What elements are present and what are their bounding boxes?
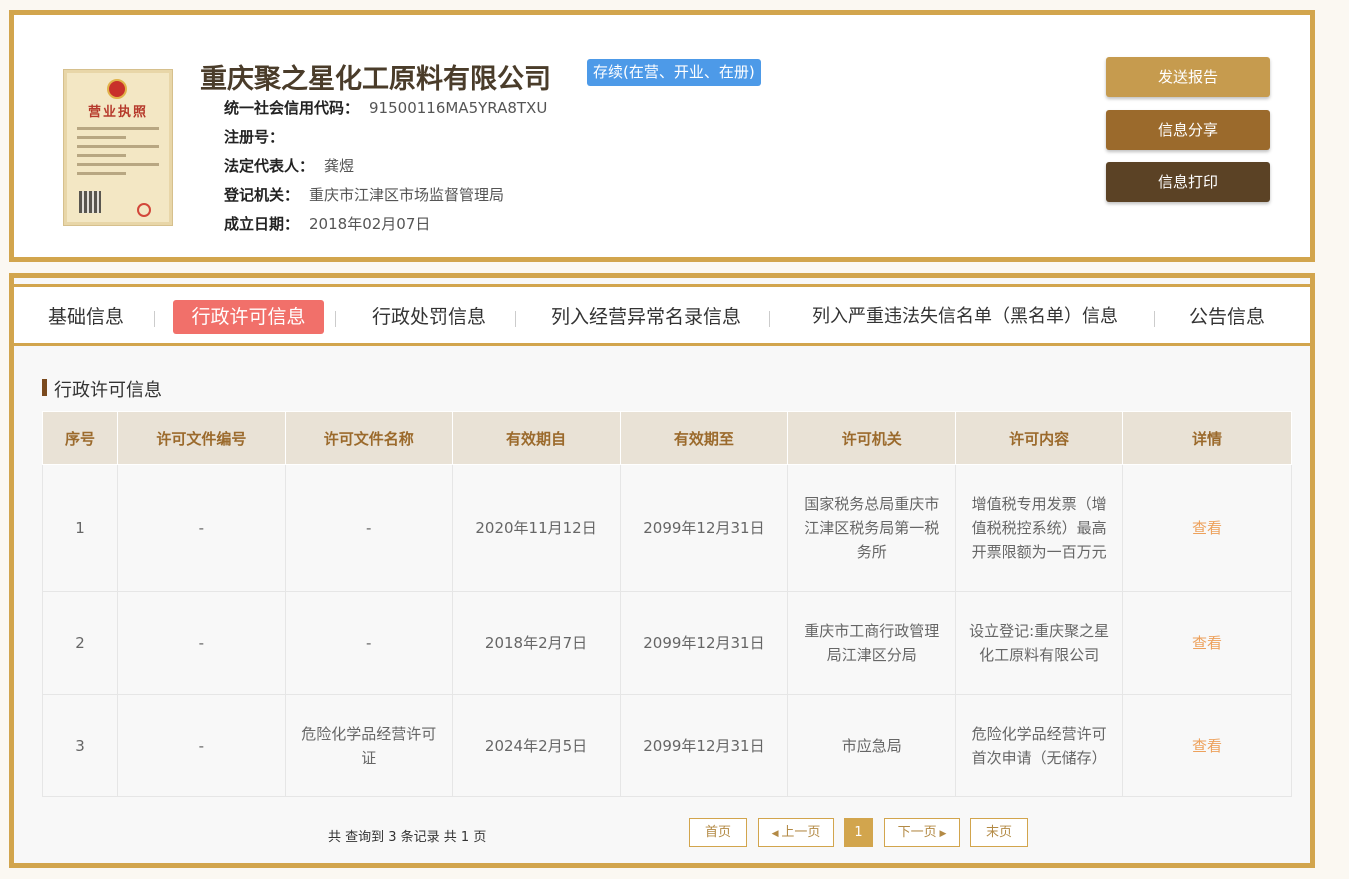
column-header: 详情 [1122,411,1292,465]
caret-right-icon: ▶ [936,829,947,839]
last-page-button[interactable]: 末页 [970,818,1028,847]
column-header: 有效期自 [451,411,621,465]
table-row: 2 - - 2018年2月7日 2099年12月31日 重庆市工商行政管理局江津… [42,591,1292,695]
seal-icon [137,203,151,217]
status-badge: 存续(在营、开业、在册) [587,59,761,86]
license-table: 序号 许可文件编号 许可文件名称 有效期自 有效期至 许可机关 许可内容 详情 … [42,411,1292,797]
registration-number-row: 注册号： [224,128,285,146]
column-header: 有效期至 [619,411,789,465]
national-emblem-icon [107,79,127,99]
tab-basic-info[interactable]: 基础信息 [34,300,138,334]
business-license-image: 营业执照 [64,70,172,225]
company-name: 重庆聚之星化工原料有限公司 [200,64,551,95]
view-detail-link[interactable]: 查看 [1122,464,1292,592]
column-header: 许可文件名称 [284,411,453,465]
company-header-card: 营业执照 重庆聚之星化工原料有限公司 存续(在营、开业、在册) 统一社会信用代码… [9,10,1315,262]
column-header: 许可文件编号 [116,411,286,465]
tab-bar: 基础信息 行政许可信息 行政处罚信息 列入经营异常名录信息 列入严重违法失信名单… [14,284,1310,346]
section-title: 行政许可信息 [42,376,162,402]
view-detail-link[interactable]: 查看 [1122,694,1292,797]
legal-representative-row: 法定代表人： 龚煜 [224,157,355,175]
table-row: 1 - - 2020年11月12日 2099年12月31日 国家税务总局重庆市江… [42,464,1292,592]
tab-administrative-license[interactable]: 行政许可信息 [173,300,324,334]
send-report-button[interactable]: 发送报告 [1106,57,1270,97]
tab-abnormal-operation[interactable]: 列入经营异常名录信息 [542,300,750,334]
tab-announcements[interactable]: 公告信息 [1177,300,1277,334]
establishment-date-row: 成立日期： 2018年02月07日 [224,215,431,233]
column-header: 许可内容 [955,411,1124,465]
page-number-button[interactable]: 1 [844,818,873,847]
tab-administrative-penalty[interactable]: 行政处罚信息 [359,300,499,334]
pager-summary: 共 查询到 3 条记录 共 1 页 [328,830,487,845]
credit-code-row: 统一社会信用代码： 91500116MA5YRA8TXU [224,99,548,117]
registration-authority-row: 登记机关： 重庆市江津区市场监督管理局 [224,186,505,204]
table-row: 3 - 危险化学品经营许可证 2024年2月5日 2099年12月31日 市应急… [42,694,1292,797]
tab-blacklist[interactable]: 列入严重违法失信名单（黑名单）信息 [788,300,1142,334]
column-header: 序号 [42,411,118,465]
qr-code-icon [79,191,101,213]
prev-page-button[interactable]: ◀ 上一页 [758,818,834,847]
column-header: 许可机关 [787,411,957,465]
detail-card: 基础信息 行政许可信息 行政处罚信息 列入经营异常名录信息 列入严重违法失信名单… [9,273,1315,868]
print-info-button[interactable]: 信息打印 [1106,162,1270,202]
license-title: 营业执照 [87,105,148,120]
caret-left-icon: ◀ [771,829,782,839]
share-info-button[interactable]: 信息分享 [1106,110,1270,150]
view-detail-link[interactable]: 查看 [1122,591,1292,695]
next-page-button[interactable]: 下一页 ▶ [884,818,960,847]
table-header-row: 序号 许可文件编号 许可文件名称 有效期自 有效期至 许可机关 许可内容 详情 [42,411,1292,465]
first-page-button[interactable]: 首页 [689,818,747,847]
